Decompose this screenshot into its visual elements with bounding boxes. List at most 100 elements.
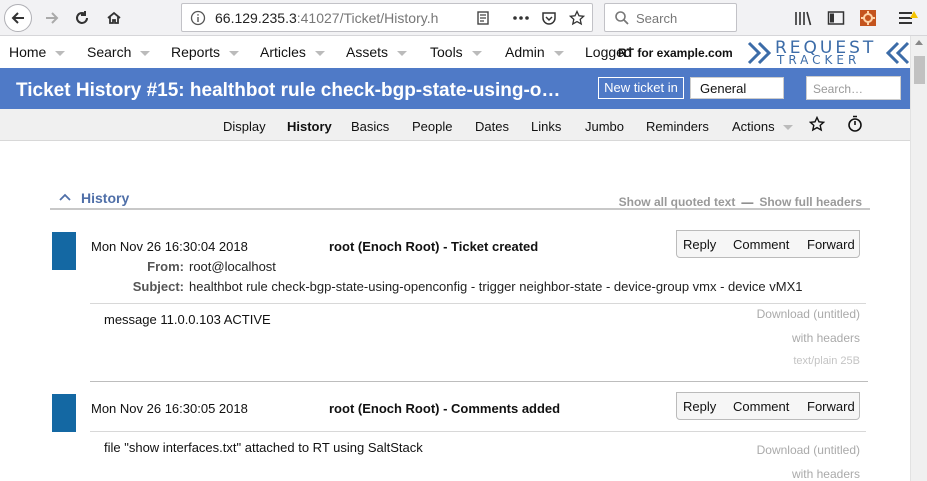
scroll-up-icon[interactable] [915,40,923,45]
tab-dates[interactable]: Dates [475,119,509,134]
from-label: From: [147,259,184,274]
menu-articles[interactable]: Articles [260,44,325,60]
subject-label: Subject: [132,279,184,294]
timer-icon[interactable] [846,115,864,133]
reply-button[interactable]: Reply [683,399,716,414]
attachment-meta: text/plain 25B [793,355,860,367]
subject-value: healthbot rule check-bgp-state-using-ope… [189,279,803,294]
download-link[interactable]: Download (untitled) [757,307,860,321]
menu-articles-label: Articles [260,44,306,60]
chevron-down-icon [397,50,408,56]
logo-chevron-left-icon [885,41,910,65]
more-actions-icon[interactable] [512,9,530,27]
download-link[interactable]: Download (untitled) [757,443,860,457]
from-value: root@localhost [189,259,276,274]
pocket-icon[interactable] [540,9,558,27]
browser-search-input[interactable]: Search [604,3,737,32]
chevron-down-icon [314,50,325,56]
forward-button[interactable]: Forward [807,237,855,252]
url-bar[interactable]: 66.129.235.3:41027/Ticket/History.h [181,3,593,32]
tab-people[interactable]: People [412,119,452,134]
transaction-description: root (Enoch Root) - Comments added [329,401,561,416]
tab-display[interactable]: Display [223,119,266,134]
info-icon[interactable] [189,9,207,27]
url-path: :41027/Ticket/History.h [296,10,439,26]
arrow-right-icon [46,12,59,24]
message-body: message 11.0.0.103 ACTIVE [104,312,271,327]
transaction-actions: Reply Comment Forward [676,230,860,258]
chevron-down-icon [229,50,240,56]
menu-assets[interactable]: Assets [346,44,408,60]
reply-button[interactable]: Reply [683,237,716,252]
menu-tools-label: Tools [430,44,463,60]
chevron-down-icon [55,50,66,56]
scroll-thumb[interactable] [914,56,925,84]
menu-search[interactable]: Search [87,44,151,60]
new-ticket-button[interactable]: New ticket in [598,77,684,99]
with-headers-link[interactable]: with headers [792,467,860,481]
with-headers-link[interactable]: with headers [792,331,860,345]
rt-top-menu: Home Search Reports Articles Assets Tool… [0,37,910,68]
show-headers-link[interactable]: Show full headers [759,195,862,209]
transaction-description: root (Enoch Root) - Ticket created [329,239,539,254]
page-scrollbar[interactable] [910,36,927,481]
arrow-left-icon [11,12,24,24]
menu-admin[interactable]: Admin [505,44,564,60]
reload-button[interactable] [68,4,96,32]
home-icon [107,11,121,24]
reload-icon [76,11,88,24]
transaction-marker [52,232,76,270]
transaction-date: Mon Nov 26 16:30:05 2018 [91,401,248,416]
extension-icon[interactable] [857,7,879,29]
queue-select[interactable]: General [690,77,784,99]
comment-button[interactable]: Comment [733,237,789,252]
menu-home[interactable]: Home [9,44,66,60]
bookmark-star-icon[interactable] [568,9,586,27]
comment-button[interactable]: Comment [733,399,789,414]
tab-jumbo[interactable]: Jumbo [585,119,624,134]
chevron-up-icon[interactable] [59,193,71,201]
bookmark-star-icon[interactable] [808,115,826,133]
transaction-bottom-border [90,381,868,382]
chevron-down-icon [553,50,564,56]
message-body: file "show interfaces.txt" attached to R… [104,440,423,455]
tab-actions[interactable]: Actions [732,119,793,134]
library-icon[interactable] [792,7,814,29]
forward-button[interactable]: Forward [807,399,855,414]
rt-name-label: RT for example.com [618,46,733,60]
menu-icon[interactable] [897,7,919,29]
history-header: History Show all quoted text — Show full h… [50,186,870,210]
request-tracker-logo[interactable]: REQUEST TRACKER [746,38,910,67]
menu-admin-label: Admin [505,44,545,60]
tab-history[interactable]: History [287,119,332,134]
history-links: Show all quoted text — Show full headers [619,195,862,209]
transaction-divider [90,303,866,304]
menu-reports[interactable]: Reports [171,44,240,60]
search-icon [615,11,629,25]
reader-view-icon[interactable] [474,9,492,27]
chevron-down-icon [140,50,151,56]
transaction-item: Mon Nov 26 16:30:04 2018 root (Enoch Roo… [52,230,868,385]
links-separator: — [741,195,754,209]
menu-assets-label: Assets [346,44,389,60]
ticket-search-input[interactable]: Search… [806,76,901,100]
transaction-date: Mon Nov 26 16:30:04 2018 [91,239,248,254]
transaction-actions: Reply Comment Forward [676,392,860,420]
tab-basics[interactable]: Basics [351,119,389,134]
title-bar: Ticket History #15: healthbot rule check… [0,68,910,109]
show-quoted-link[interactable]: Show all quoted text [619,195,736,209]
tab-reminders[interactable]: Reminders [646,119,709,134]
browser-toolbar: 66.129.235.3:41027/Ticket/History.h Sear… [0,0,927,36]
browser-search-placeholder: Search [636,11,678,26]
menu-tools[interactable]: Tools [430,44,482,60]
history-title[interactable]: History [81,190,129,206]
sidebar-icon[interactable] [825,7,847,29]
home-button[interactable] [100,4,128,32]
page-menu: Display History Basics People Dates Link… [0,109,910,141]
chevron-down-icon [471,50,482,56]
forward-button[interactable] [38,4,66,32]
back-button[interactable] [4,4,32,32]
logo-chevron-right-icon [747,41,772,65]
menu-reports-label: Reports [171,44,221,60]
tab-links[interactable]: Links [531,119,561,134]
